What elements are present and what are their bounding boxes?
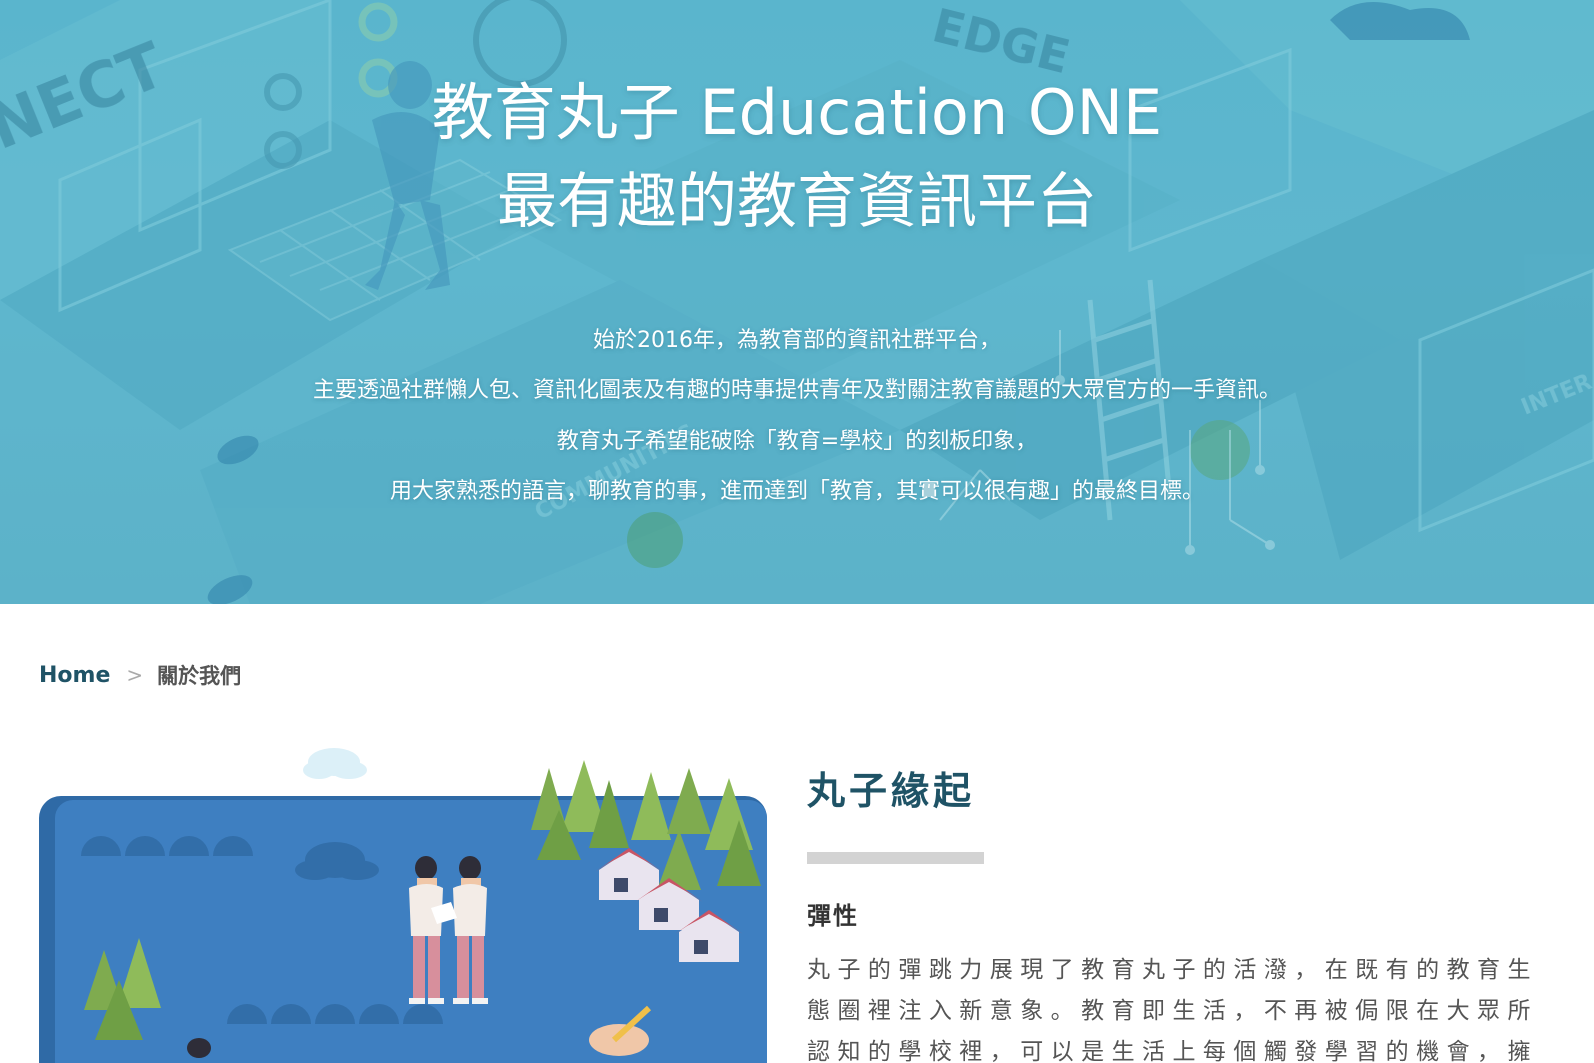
hero-description-line1: 始於2016年，為教育部的資訊社群平台，: [593, 328, 1001, 353]
hero-title-line1: 教育丸子 Education ONE: [431, 76, 1163, 149]
about-illustration: [39, 740, 779, 1063]
breadcrumb-current-page: 關於我們: [157, 664, 242, 688]
hero-description-line2: 主要透過社群懶人包、資訊化圖表及有趣的時事提供青年及對關注教育議題的大眾官方的一…: [312, 378, 1281, 403]
breadcrumb-separator: >: [126, 663, 144, 687]
hero-banner: NECT EDGE COMMUNITIES INTER 教育丸子 Educati…: [0, 0, 1594, 604]
hero-description-line3: 教育丸子希望能破除「教育=學校」的刻板印象，: [556, 429, 1038, 454]
section-title: 丸子緣起: [807, 769, 976, 813]
hero-description-line4: 用大家熟悉的語言，聊教育的事，進而達到「教育，其實可以很有趣」的最終目標。: [389, 479, 1204, 504]
section-subtitle: 彈性: [807, 902, 859, 930]
breadcrumb-home-link[interactable]: Home: [39, 663, 110, 688]
hero-title-line2: 最有趣的教育資訊平台: [497, 167, 1097, 237]
section-body-text: 丸子的彈跳力展現了教育丸子的活潑，在既有的教育生態圈裡注入新意象。教育即生活，不…: [807, 957, 1537, 1063]
about-illustration-graphic: [39, 748, 767, 1063]
breadcrumb: Home > 關於我們: [39, 660, 241, 690]
section-title-underline: [807, 852, 984, 864]
